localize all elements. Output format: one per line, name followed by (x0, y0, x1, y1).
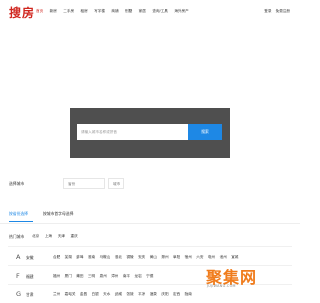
hot-cities-list: 北京 上海 天津 重庆 (32, 234, 82, 239)
city-link[interactable]: 池州 (220, 255, 227, 259)
city-link[interactable]: 三明 (88, 274, 95, 278)
nav-item-home[interactable]: 首页 (36, 9, 43, 13)
tabs-divider (0, 223, 300, 224)
city-link[interactable]: 马鞍山 (100, 255, 111, 259)
nav-item-office[interactable]: 写字楼 (94, 9, 105, 13)
tab-by-province[interactable]: 按省份选择 (9, 211, 28, 217)
hot-city-link[interactable]: 天津 (58, 234, 65, 238)
city-link[interactable]: 天水 (103, 292, 110, 296)
city-link[interactable]: 宁德 (146, 274, 153, 278)
city-list: 合肥 芜湖 蚌埠 淮南 马鞍山 淮北 铜陵 安庆 黄山 滁州 阜阳 宿州 六安 … (53, 255, 242, 260)
nav-item-resale[interactable]: 二手房 (63, 9, 74, 13)
site-logo[interactable]: 搜房 (9, 4, 35, 21)
city-list: 兰州 嘉峪关 金昌 白银 天水 武威 张掖 平凉 酒泉 庆阳 定西 陇南 (53, 292, 195, 297)
hot-cities-label: 热门城市 (9, 234, 25, 239)
account-links: 登录 免费注册 (261, 9, 290, 14)
nav-item-rent[interactable]: 租房 (81, 9, 88, 13)
nav-item-shops[interactable]: 商铺 (111, 9, 118, 13)
city-link[interactable]: 铜陵 (126, 255, 133, 259)
city-link[interactable]: 亳州 (208, 255, 215, 259)
watermark-domain: JUJIWANG.COM (207, 284, 236, 288)
city-link[interactable]: 福州 (53, 274, 60, 278)
city-link[interactable]: 兰州 (53, 292, 60, 296)
row-letter: G (16, 290, 22, 298)
nav-item-home-decor[interactable]: 家居 (139, 9, 146, 13)
hot-city-link[interactable]: 北京 (32, 234, 39, 238)
city-link[interactable]: 芜湖 (65, 255, 72, 259)
search-button[interactable]: 搜索 (188, 124, 222, 140)
city-link[interactable]: 泉州 (100, 274, 107, 278)
city-link[interactable]: 六安 (196, 255, 203, 259)
city-link[interactable]: 安庆 (138, 255, 145, 259)
city-link[interactable]: 武威 (115, 292, 122, 296)
city-tabs: 按省份选择 按城市首字母选择 (0, 206, 300, 223)
top-bar: 搜房 首页 新房 二手房 租房 写字楼 商铺 别墅 家居 查询/工具 海外房产 … (0, 0, 300, 24)
register-link[interactable]: 免费注册 (276, 9, 290, 13)
city-link[interactable]: 定西 (173, 292, 180, 296)
nav-item-tools[interactable]: 查询/工具 (152, 9, 168, 13)
nav-item-overseas[interactable]: 海外房产 (174, 9, 188, 13)
row-letter: F (16, 272, 20, 280)
city-link[interactable]: 平凉 (138, 292, 145, 296)
city-link[interactable]: 龙岩 (134, 274, 141, 278)
city-link[interactable]: 庆阳 (161, 292, 168, 296)
main-nav: 首页 新房 二手房 租房 写字楼 商铺 别墅 家居 查询/工具 海外房产 (36, 9, 194, 14)
city-search-input[interactable] (77, 124, 188, 140)
login-link[interactable]: 登录 (264, 9, 271, 13)
city-link[interactable]: 淮北 (115, 255, 122, 259)
tab-by-initial[interactable]: 按城市首字母选择 (43, 211, 73, 217)
province-link[interactable]: 甘肃 (26, 292, 34, 298)
city-link[interactable]: 滁州 (161, 255, 168, 259)
city-list: 福州 厦门 莆田 三明 泉州 漳州 南平 龙岩 宁德 (53, 274, 157, 279)
row-divider (8, 246, 292, 247)
city-link[interactable]: 莆田 (76, 274, 83, 278)
city-link[interactable]: 陇南 (185, 292, 192, 296)
city-link[interactable]: 漳州 (111, 274, 118, 278)
city-link[interactable]: 张掖 (126, 292, 133, 296)
province-row-g: G 甘肃 兰州 嘉峪关 金昌 白银 天水 武威 张掖 平凉 酒泉 庆阳 定西 陇… (0, 287, 300, 303)
city-link[interactable]: 南平 (123, 274, 130, 278)
city-link[interactable]: 黄山 (150, 255, 157, 259)
row-letter: A (16, 253, 21, 261)
province-select[interactable] (63, 178, 105, 189)
nav-item-new-homes[interactable]: 新房 (50, 9, 57, 13)
city-link[interactable]: 宿州 (185, 255, 192, 259)
hot-city-link[interactable]: 上海 (45, 234, 52, 238)
province-link[interactable]: 安徽 (26, 255, 34, 261)
city-link[interactable]: 嘉峪关 (65, 292, 76, 296)
choose-city-label: 选择城市 (9, 181, 25, 186)
city-link[interactable]: 酒泉 (150, 292, 157, 296)
city-link[interactable]: 宣城 (231, 255, 238, 259)
city-link[interactable]: 淮南 (88, 255, 95, 259)
city-link[interactable]: 阜阳 (173, 255, 180, 259)
city-link[interactable]: 金昌 (80, 292, 87, 296)
hot-city-link[interactable]: 重庆 (71, 234, 78, 238)
nav-item-villa[interactable]: 别墅 (125, 9, 132, 13)
city-link[interactable]: 厦门 (65, 274, 72, 278)
city-select[interactable] (108, 178, 124, 189)
city-link[interactable]: 白银 (92, 292, 99, 296)
city-link[interactable]: 合肥 (53, 255, 60, 259)
city-link[interactable]: 蚌埠 (76, 255, 83, 259)
active-tab-indicator (9, 221, 33, 222)
province-link[interactable]: 福建 (26, 274, 34, 280)
